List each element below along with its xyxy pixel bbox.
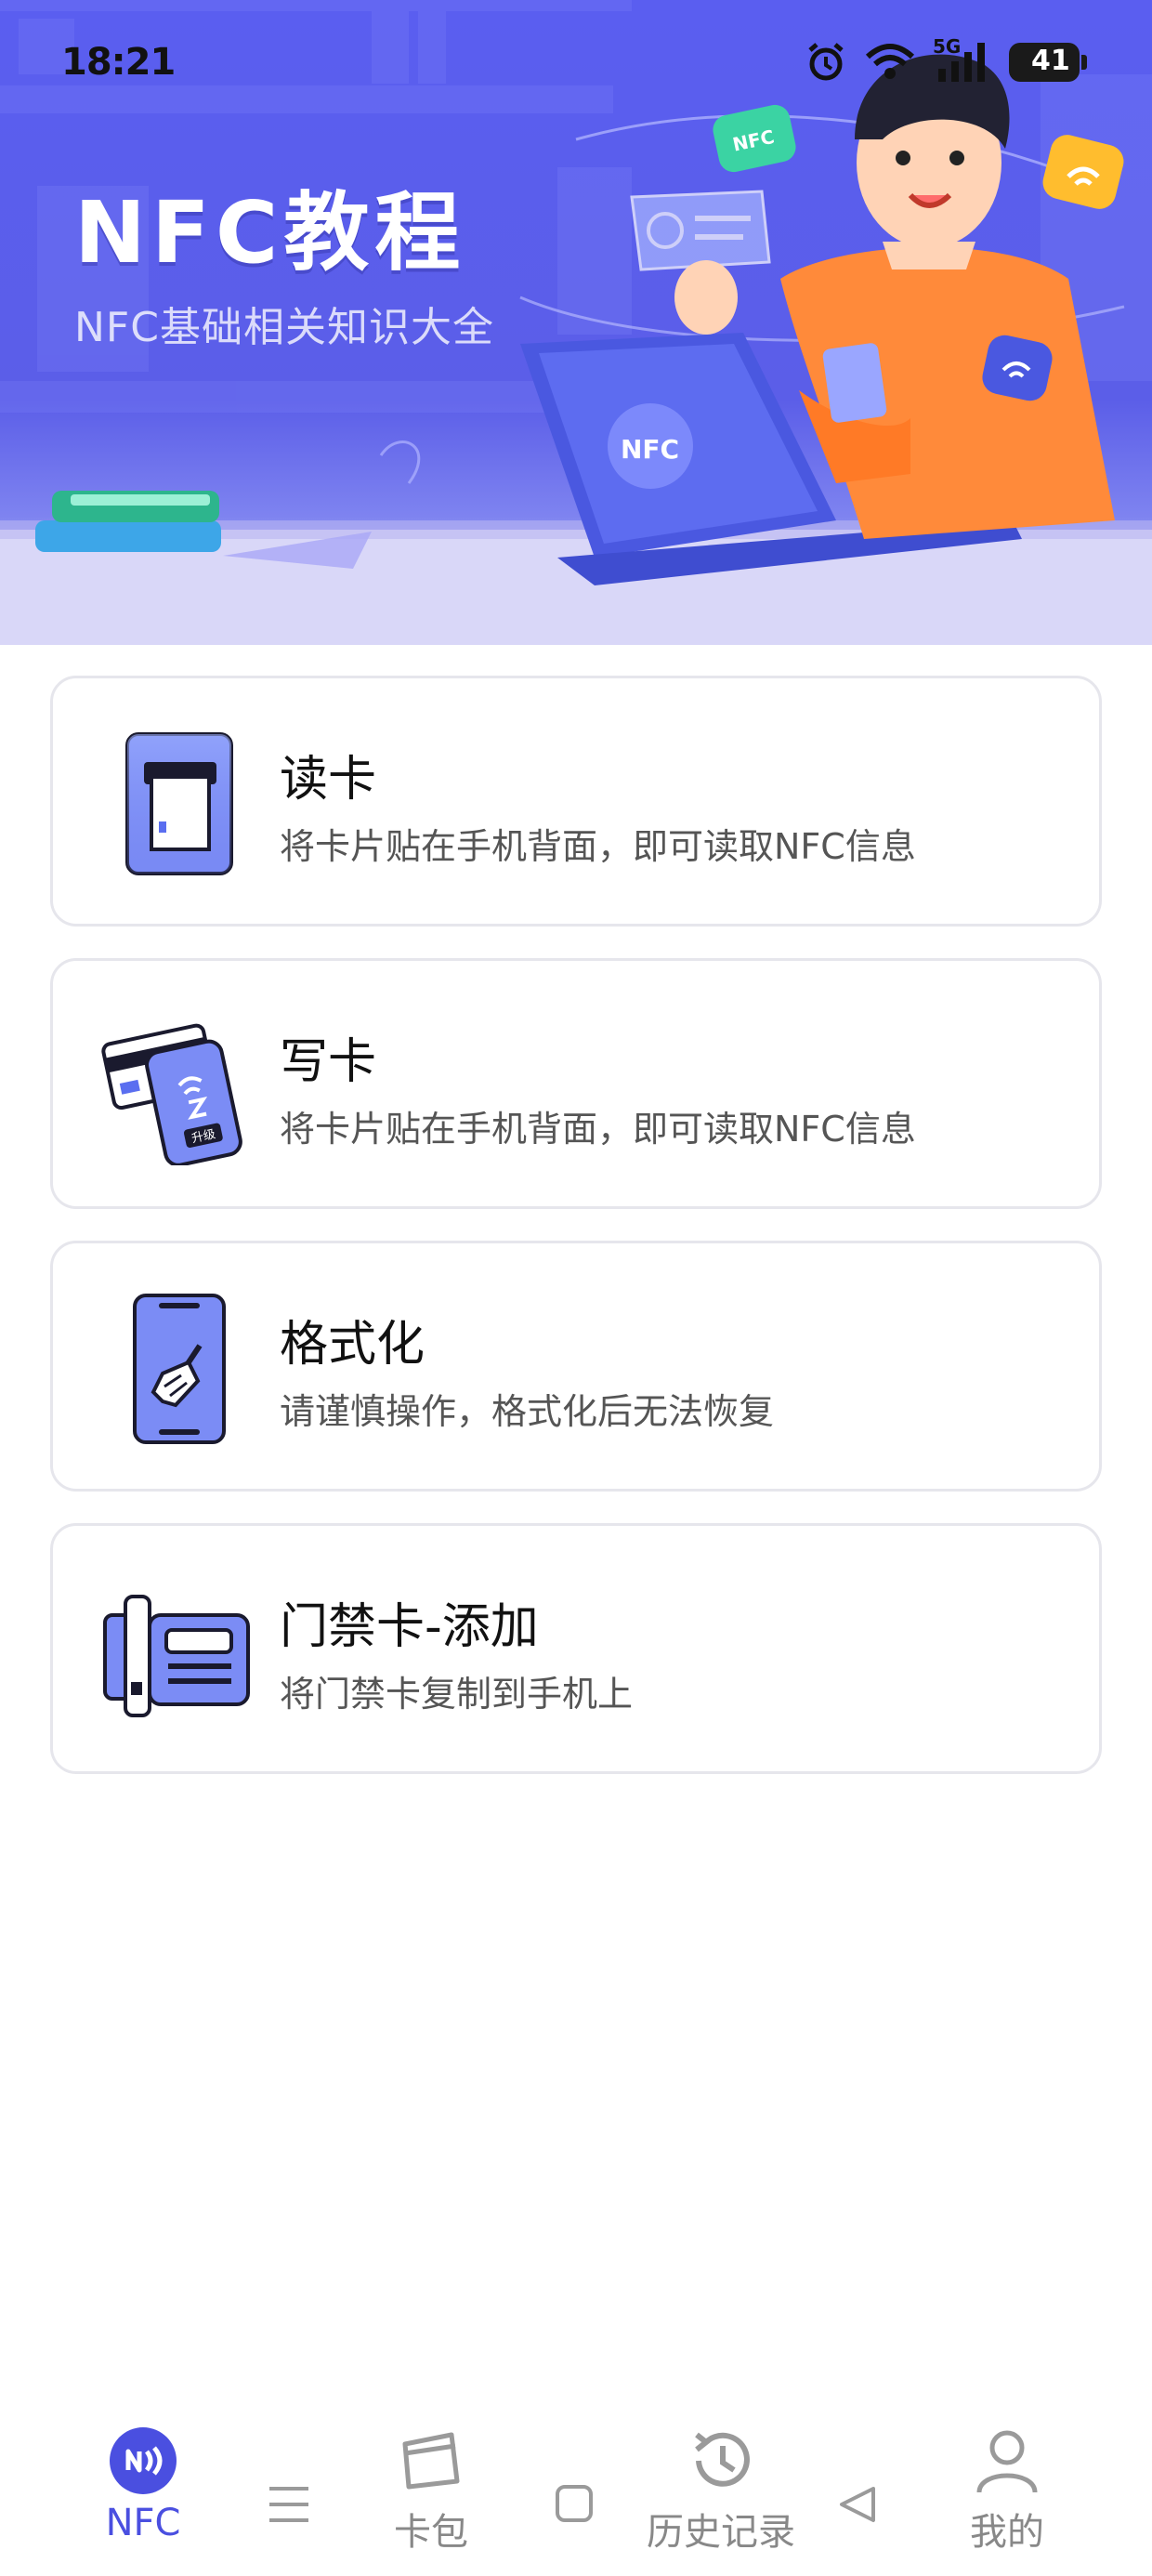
write-card-item[interactable]: 升级 写卡 将卡片贴在手机背面，即可读取NFC信息 [50, 958, 1102, 1209]
status-bar: 18:21 5G 41 [0, 0, 1152, 130]
nav-item-history[interactable]: 历史记录 [637, 2425, 805, 2556]
access-card-add-item[interactable]: 门禁卡-添加 将门禁卡复制到手机上 [50, 1523, 1102, 1774]
status-time: 18:21 [61, 41, 176, 84]
menu-icon[interactable] [266, 2483, 312, 2526]
read-card-icon [125, 732, 233, 875]
home-icon[interactable] [554, 2483, 595, 2524]
history-icon [695, 2432, 750, 2487]
format-item[interactable]: 格式化 请谨慎操作，格式化后无法恢复 [50, 1241, 1102, 1492]
nav-label: 卡包 [394, 2511, 468, 2554]
bottom-navigation: NFC 卡包 历史记录 我的 [0, 2398, 1152, 2576]
card-description: 将卡片贴在手机背面，即可读取NFC信息 [280, 826, 916, 867]
card-description: 将卡片贴在手机背面，即可读取NFC信息 [280, 1109, 916, 1150]
nav-item-profile[interactable]: 我的 [923, 2425, 1091, 2556]
card-description: 将门禁卡复制到手机上 [280, 1674, 634, 1715]
nav-item-card-wallet[interactable]: 卡包 [347, 2425, 515, 2556]
nav-label: NFC [105, 2502, 181, 2544]
header-banner: NFC NFC 18:21 5G 41 NFC教程 NFC基础相关知识大全 [0, 0, 1152, 645]
read-card-item[interactable]: 读卡 将卡片贴在手机背面，即可读取NFC信息 [50, 676, 1102, 927]
nav-item-nfc[interactable]: NFC [59, 2425, 227, 2544]
battery-icon: 41 [1009, 43, 1087, 82]
card-description: 请谨慎操作，格式化后无法恢复 [280, 1391, 775, 1432]
card-title: 格式化 [280, 1317, 425, 1373]
function-list: 读卡 将卡片贴在手机背面，即可读取NFC信息 升级 写卡 将卡片贴在手机背面，即… [50, 676, 1102, 1806]
format-icon [133, 1294, 226, 1444]
card-wallet-icon [402, 2432, 460, 2490]
write-card-icon: 升级 [101, 1023, 242, 1165]
status-icons: 5G 41 [805, 35, 1087, 84]
back-icon[interactable] [836, 2483, 879, 2526]
card-title: 读卡 [280, 752, 377, 808]
wifi-icon [865, 44, 915, 79]
banner-title: NFC教程 [74, 183, 466, 283]
banner-subtitle: NFC基础相关知识大全 [74, 304, 494, 351]
card-title: 写卡 [280, 1034, 377, 1090]
nav-label: 历史记录 [647, 2511, 795, 2554]
laptop-nfc-label: NFC [621, 434, 679, 465]
cellular-signal-icon: 5G [933, 35, 992, 84]
nfc-icon [110, 2427, 177, 2494]
alarm-icon [808, 43, 844, 81]
battery-level: 41 [1031, 45, 1070, 77]
card-title: 门禁卡-添加 [280, 1599, 539, 1655]
nav-label: 我的 [970, 2511, 1044, 2554]
access-card-icon [103, 1595, 250, 1717]
profile-icon [976, 2430, 1038, 2493]
